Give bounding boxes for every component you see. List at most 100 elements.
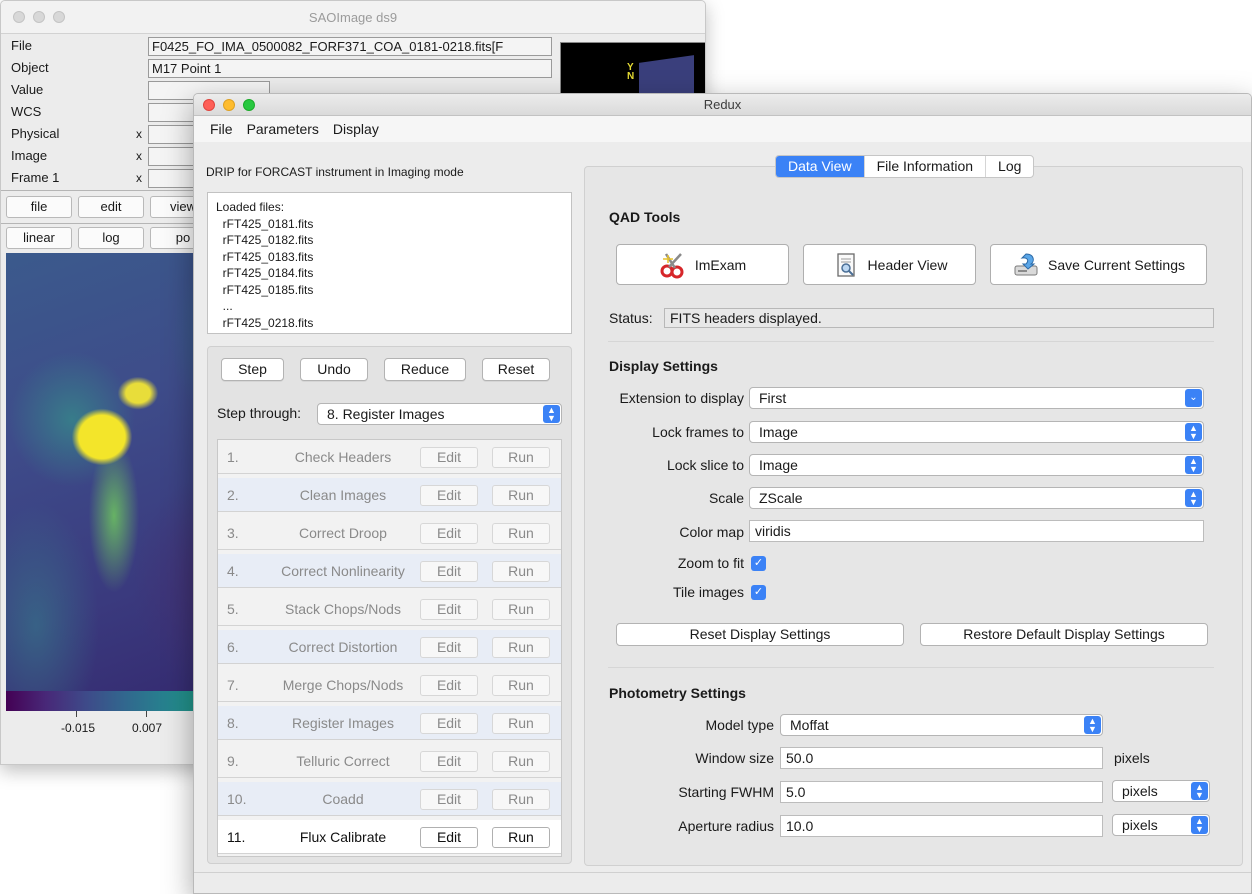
- edit-step-button[interactable]: Edit: [420, 523, 478, 544]
- run-step-button[interactable]: Run: [492, 561, 550, 582]
- run-step-button[interactable]: Run: [492, 637, 550, 658]
- step-through-value: 8. Register Images: [327, 406, 445, 422]
- run-step-button[interactable]: Run: [492, 447, 550, 468]
- close-icon[interactable]: [203, 98, 215, 111]
- view-tabs: Data View File Information Log: [775, 155, 1035, 178]
- value-label: Value: [11, 82, 44, 97]
- imexam-button[interactable]: ImExam: [616, 244, 789, 285]
- step-number: 1.: [227, 449, 239, 465]
- run-step-button[interactable]: Run: [492, 713, 550, 734]
- chevron-down-icon: ⌄: [1185, 389, 1202, 407]
- redux-window: Redux File Parameters Display DRIP for F…: [193, 93, 1252, 894]
- run-step-button[interactable]: Run: [492, 751, 550, 772]
- header-view-button[interactable]: Header View: [803, 244, 976, 285]
- zoom-icon[interactable]: [243, 98, 255, 111]
- ds9-minimize-icon[interactable]: [33, 11, 45, 23]
- save-current-settings-button[interactable]: Save Current Settings: [990, 244, 1207, 285]
- ds9-button-row-1: file edit view: [6, 196, 216, 220]
- menu-display[interactable]: Display: [333, 121, 379, 137]
- run-step-button[interactable]: Run: [492, 789, 550, 810]
- undo-button[interactable]: Undo: [300, 358, 368, 381]
- step-button[interactable]: Step: [221, 358, 284, 381]
- chevron-updown-icon: ▲ ▼: [1084, 716, 1101, 734]
- loaded-files-list[interactable]: Loaded files: rFT425_0181.fits rFT425_01…: [207, 192, 572, 334]
- tab-log[interactable]: Log: [986, 156, 1033, 177]
- redux-titlebar[interactable]: Redux: [194, 94, 1251, 116]
- save-drive-icon: [1012, 251, 1040, 279]
- chevron-updown-icon: ▲ ▼: [1185, 456, 1202, 474]
- photometry-settings-heading: Photometry Settings: [609, 685, 746, 701]
- menu-parameters[interactable]: Parameters: [247, 121, 319, 137]
- colorbar-tick: [146, 711, 147, 717]
- ds9-log-button[interactable]: log: [78, 227, 144, 249]
- edit-step-button[interactable]: Edit: [420, 637, 478, 658]
- step-name: Flux Calibrate: [299, 829, 387, 845]
- run-step-button[interactable]: Run: [492, 523, 550, 544]
- step-list: 1. Check Headers Edit Run 2. Clean Image…: [217, 439, 562, 857]
- fwhm-unit-select[interactable]: pixels ▲ ▼: [1112, 780, 1210, 802]
- step-through-select[interactable]: 8. Register Images ▲ ▼: [317, 403, 562, 425]
- table-row: 8. Register Images Edit Run: [218, 706, 561, 740]
- scale-select[interactable]: ZScale ▲ ▼: [749, 487, 1204, 509]
- tile-images-checkbox[interactable]: ✓: [751, 585, 766, 600]
- extension-label: Extension to display: [619, 390, 744, 406]
- aperture-unit-value: pixels: [1122, 817, 1158, 833]
- step-name: Merge Chops/Nods: [282, 677, 404, 693]
- tab-data-view[interactable]: Data View: [776, 156, 865, 177]
- table-row: 1. Check Headers Edit Run: [218, 440, 561, 474]
- menu-file[interactable]: File: [210, 121, 233, 137]
- zoom-to-fit-checkbox[interactable]: ✓: [751, 556, 766, 571]
- list-item: rFT425_0184.fits: [216, 266, 314, 280]
- reset-button[interactable]: Reset: [482, 358, 550, 381]
- aperture-radius-input[interactable]: 10.0: [780, 815, 1103, 837]
- model-type-value: Moffat: [790, 717, 829, 733]
- run-step-button[interactable]: Run: [492, 827, 550, 848]
- lock-slice-select[interactable]: Image ▲ ▼: [749, 454, 1204, 476]
- step-name: Correct Droop: [299, 525, 387, 541]
- edit-step-button[interactable]: Edit: [420, 599, 478, 620]
- run-step-button[interactable]: Run: [492, 675, 550, 696]
- display-settings-heading: Display Settings: [609, 358, 718, 374]
- step-number: 2.: [227, 487, 239, 503]
- object-field: M17 Point 1: [148, 59, 552, 78]
- restore-default-display-settings-button[interactable]: Restore Default Display Settings: [920, 623, 1208, 646]
- step-number: 11.: [227, 829, 246, 845]
- lock-slice-value: Image: [759, 457, 798, 473]
- edit-step-button[interactable]: Edit: [420, 485, 478, 506]
- ds9-file-button[interactable]: file: [6, 196, 72, 218]
- step-number: 3.: [227, 525, 239, 541]
- minimize-icon[interactable]: [223, 98, 235, 111]
- lock-frames-select[interactable]: Image ▲ ▼: [749, 421, 1204, 443]
- edit-step-button[interactable]: Edit: [420, 561, 478, 582]
- reduce-button[interactable]: Reduce: [384, 358, 466, 381]
- tab-file-information[interactable]: File Information: [865, 156, 987, 177]
- edit-step-button[interactable]: Edit: [420, 751, 478, 772]
- edit-step-button[interactable]: Edit: [420, 713, 478, 734]
- edit-step-button[interactable]: Edit: [420, 789, 478, 810]
- aperture-unit-select[interactable]: pixels ▲ ▼: [1112, 814, 1210, 836]
- ds9-linear-button[interactable]: linear: [6, 227, 72, 249]
- edit-step-button[interactable]: Edit: [420, 675, 478, 696]
- colormap-input[interactable]: viridis: [749, 520, 1204, 542]
- reset-display-settings-button[interactable]: Reset Display Settings: [616, 623, 904, 646]
- image-label: Image: [11, 148, 48, 163]
- run-step-button[interactable]: Run: [492, 485, 550, 506]
- window-size-input[interactable]: 50.0: [780, 747, 1103, 769]
- ds9-close-icon[interactable]: [13, 11, 25, 23]
- ds9-titlebar[interactable]: SAOImage ds9: [1, 1, 705, 34]
- edit-step-button[interactable]: Edit: [420, 827, 478, 848]
- model-type-select[interactable]: Moffat ▲ ▼: [780, 714, 1103, 736]
- list-item: rFT425_0185.fits: [216, 282, 314, 297]
- starting-fwhm-input[interactable]: 5.0: [780, 781, 1103, 803]
- qad-tools-heading: QAD Tools: [609, 209, 681, 225]
- ds9-edit-button[interactable]: edit: [78, 196, 144, 218]
- ds9-zoom-icon[interactable]: [53, 11, 65, 23]
- list-item: rFT425_0182.fits: [216, 233, 314, 247]
- section-divider: [608, 667, 1214, 668]
- image-x: x: [136, 149, 142, 163]
- menu-bar: File Parameters Display: [194, 116, 1251, 142]
- colorbar-tick: [76, 711, 77, 717]
- extension-select[interactable]: First ⌄: [749, 387, 1204, 409]
- edit-step-button[interactable]: Edit: [420, 447, 478, 468]
- run-step-button[interactable]: Run: [492, 599, 550, 620]
